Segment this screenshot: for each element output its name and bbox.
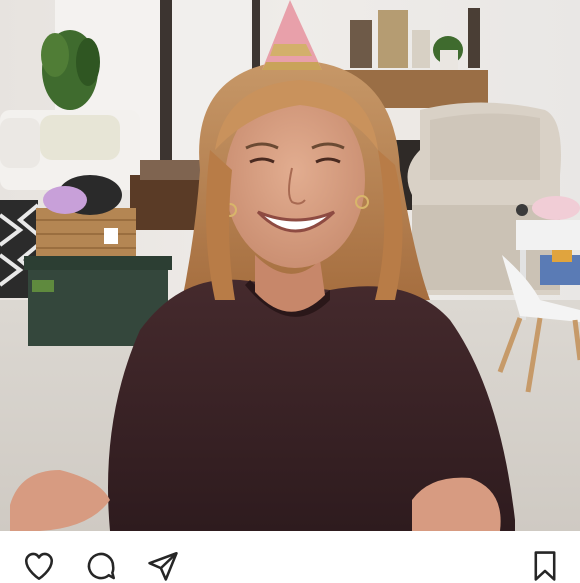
sofa (0, 110, 140, 190)
armchair (407, 102, 561, 295)
paper-plane-icon[interactable] (146, 549, 180, 583)
window-frame (160, 0, 172, 170)
photo-illustration (0, 0, 580, 531)
post-action-bar (0, 531, 580, 583)
comment-icon[interactable] (84, 549, 118, 583)
bookmark-icon[interactable] (528, 549, 562, 583)
post-photo[interactable] (0, 0, 580, 531)
heart-icon[interactable] (22, 549, 56, 583)
